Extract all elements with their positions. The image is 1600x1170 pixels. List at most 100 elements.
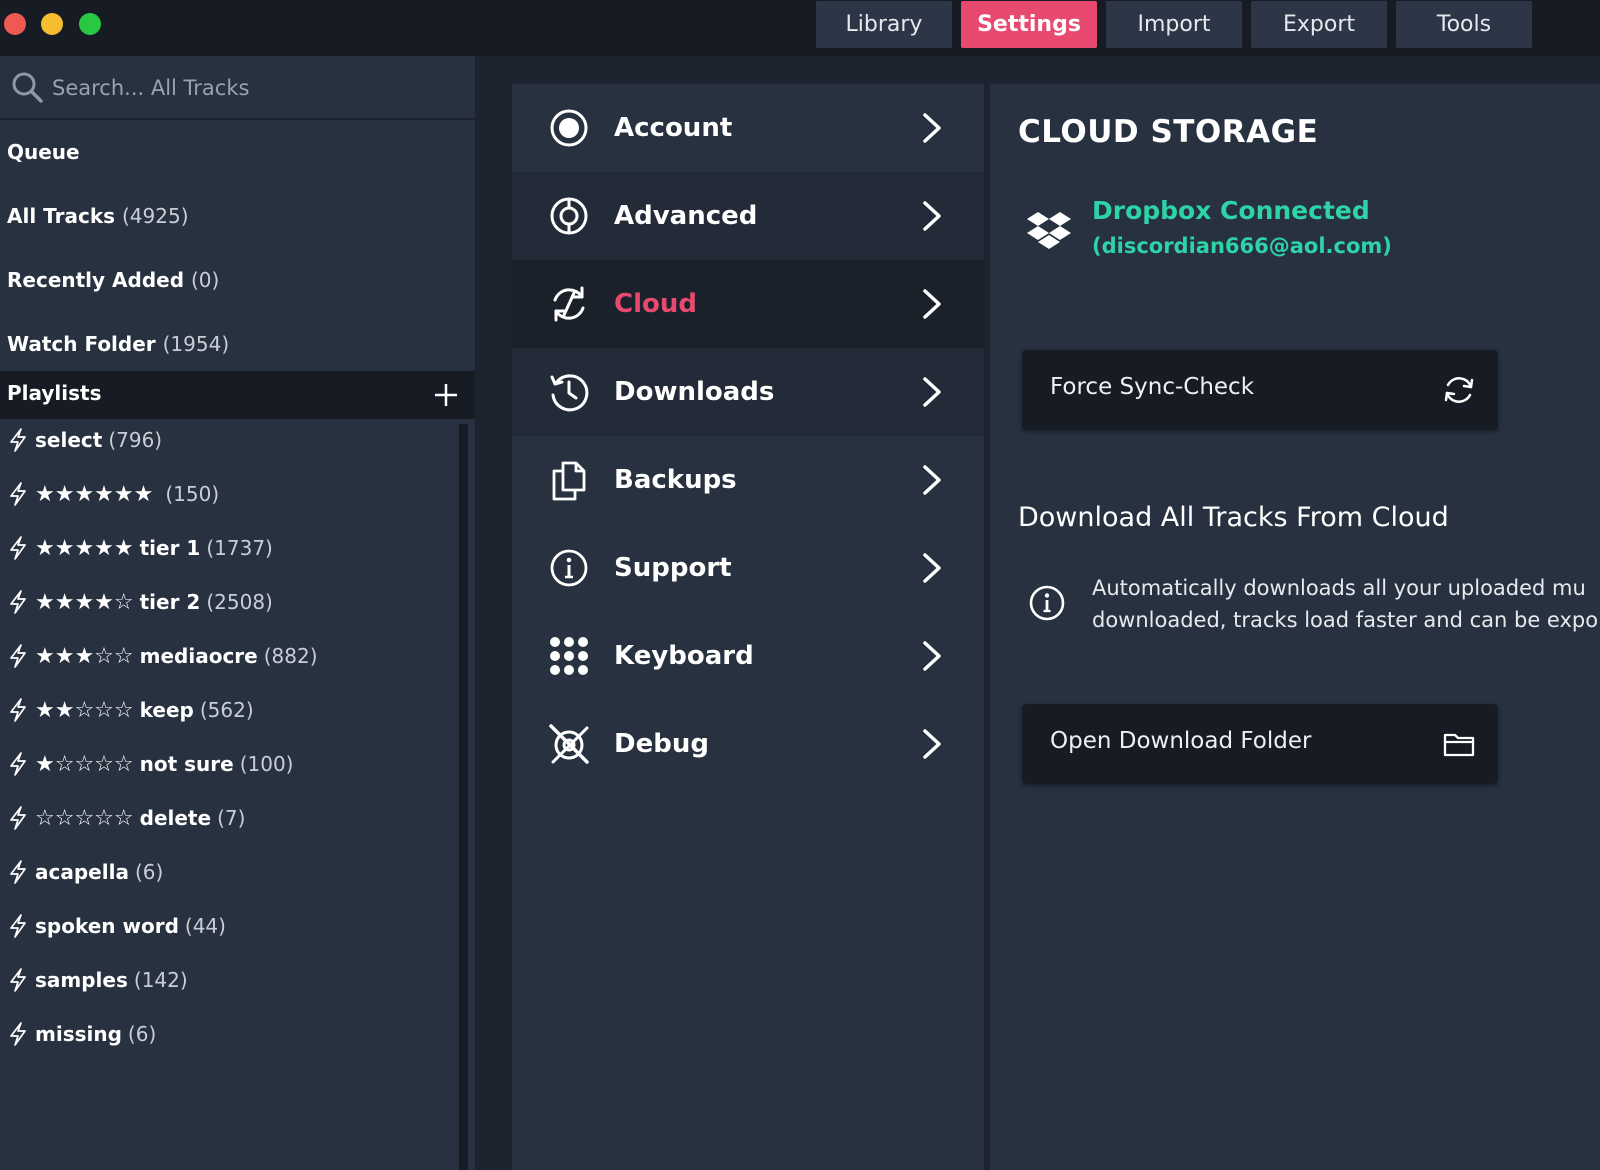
playlist-count: (2508) [206, 590, 273, 614]
chevron-right-icon [923, 553, 941, 583]
playlist-count: (6) [134, 860, 164, 884]
settings-nav-label: Cloud [614, 289, 697, 319]
playlists-header: Playlists [0, 371, 475, 419]
force-sync-check-button[interactable]: Force Sync-Check [1022, 350, 1498, 430]
cloud-storage-panel: CLOUD STORAGE Dropbox Connected (discord… [990, 84, 1600, 1170]
playlist-count: (100) [239, 752, 294, 776]
playlist-count: (796) [108, 428, 163, 452]
settings-nav-backups[interactable]: Backups [512, 436, 984, 524]
playlist-rating-stars: ★★★★★★ [35, 481, 154, 507]
title-bar: Library Settings Import Export Tools [0, 0, 1600, 56]
settings-nav-cloud[interactable]: Cloud [512, 260, 984, 348]
open-download-folder-button[interactable]: Open Download Folder [1022, 704, 1498, 784]
folder-icon [1443, 733, 1475, 757]
dropbox-status: Dropbox Connected [1092, 196, 1370, 225]
playlist-name: mediaocre [139, 644, 258, 668]
playlist-rating-stars: ★★☆☆☆ [35, 697, 134, 723]
playlist-name: spoken word [35, 914, 179, 938]
playlist-item[interactable]: acapella (6) [8, 857, 163, 887]
settings-nav-downloads[interactable]: Downloads [512, 348, 984, 436]
settings-nav-label: Support [614, 553, 732, 583]
smart-playlist-bolt-icon [10, 968, 26, 992]
smart-playlist-bolt-icon [10, 752, 26, 776]
download-info-text-line-1: Automatically downloads all your uploade… [1092, 576, 1586, 600]
settings-nav-keyboard[interactable]: Keyboard [512, 612, 984, 700]
playlist-count: (6) [127, 1022, 157, 1046]
pane-divider [475, 56, 500, 1170]
smart-playlist-bolt-icon [10, 860, 26, 884]
downloads-icon [550, 374, 589, 412]
download-all-heading: Download All Tracks From Cloud [1018, 502, 1449, 533]
tab-tools[interactable]: Tools [1396, 1, 1532, 48]
playlist-item[interactable]: ☆☆☆☆☆ delete (7) [8, 803, 245, 833]
smart-playlist-bolt-icon [10, 428, 26, 452]
playlist-rating-stars: ★★★★☆ [35, 589, 134, 615]
tab-import[interactable]: Import [1106, 1, 1242, 48]
support-info-icon [550, 549, 588, 587]
playlist-item[interactable]: ★☆☆☆☆ not sure (100) [8, 749, 293, 779]
playlist-name: delete [139, 806, 212, 830]
page-title: CLOUD STORAGE [1018, 114, 1319, 150]
tab-library[interactable]: Library [816, 1, 952, 48]
playlist-name: tier 1 [139, 536, 201, 560]
settings-nav-support[interactable]: Support [512, 524, 984, 612]
playlist-item[interactable]: missing (6) [8, 1019, 156, 1049]
library-item-all-tracks[interactable]: All Tracks (4925) [7, 201, 189, 231]
dropbox-email: (discordian666@aol.com) [1092, 234, 1392, 258]
playlist-item[interactable]: ★★☆☆☆ keep (562) [8, 695, 254, 725]
chevron-right-icon [923, 641, 941, 671]
playlist-name: acapella [35, 860, 129, 884]
tab-export[interactable]: Export [1251, 1, 1387, 48]
dropbox-icon [1027, 212, 1071, 249]
playlist-name: not sure [139, 752, 234, 776]
window-minimize-button[interactable] [41, 13, 63, 35]
playlist-item[interactable]: ★★★☆☆ mediaocre (882) [8, 641, 318, 671]
debug-icon [549, 724, 589, 764]
settings-nav-label: Account [614, 113, 733, 143]
tab-settings[interactable]: Settings [961, 1, 1097, 48]
window-zoom-button[interactable] [79, 13, 101, 35]
playlist-item[interactable]: ★★★★★ tier 1 (1737) [8, 533, 273, 563]
playlist-item[interactable]: samples (142) [8, 965, 188, 995]
playlists-title: Playlists [7, 381, 102, 405]
force-sync-check-label: Force Sync-Check [1050, 374, 1255, 400]
playlist-name: samples [35, 968, 128, 992]
sidebar: Queue All Tracks (4925) Recently Added (… [0, 56, 475, 1170]
playlist-scrollbar[interactable] [459, 424, 468, 1170]
smart-playlist-bolt-icon [10, 698, 26, 722]
playlist-rating-stars: ★★★★★ [35, 535, 134, 561]
download-info-text-line-2: downloaded, tracks load faster and can b… [1092, 608, 1599, 632]
settings-nav-advanced[interactable]: Advanced [512, 172, 984, 260]
playlist-item[interactable]: ★★★★☆ tier 2 (2508) [8, 587, 273, 617]
library-item-count: (1954) [162, 332, 230, 356]
settings-nav-label: Backups [614, 465, 737, 495]
settings-nav-label: Debug [614, 729, 709, 759]
window-close-button[interactable] [4, 13, 26, 35]
playlist-rating-stars: ☆☆☆☆☆ [35, 805, 134, 831]
playlist-rating-stars: ★★★☆☆ [35, 643, 134, 669]
settings-nav-account[interactable]: Account [512, 84, 984, 172]
smart-playlist-bolt-icon [10, 806, 26, 830]
playlist-item[interactable]: ★★★★★★ (150) [8, 479, 219, 509]
add-playlist-icon[interactable] [432, 381, 460, 409]
chevron-right-icon [923, 729, 941, 759]
playlist-count: (7) [217, 806, 246, 830]
library-item-queue[interactable]: Queue [7, 137, 80, 167]
library-item-label: Queue [7, 140, 80, 164]
advanced-icon [550, 197, 588, 235]
chevron-right-icon [923, 465, 941, 495]
library-item-count: (0) [191, 268, 220, 292]
playlist-name: missing [35, 1022, 122, 1046]
playlist-item[interactable]: spoken word (44) [8, 911, 226, 941]
smart-playlist-bolt-icon [10, 644, 26, 668]
playlist-rating-stars: ★☆☆☆☆ [35, 751, 134, 777]
search-input[interactable] [52, 70, 452, 106]
playlist-count: (1737) [206, 536, 273, 560]
playlist-item[interactable]: select (796) [8, 425, 162, 455]
library-item-recently-added[interactable]: Recently Added (0) [7, 265, 219, 295]
settings-nav-debug[interactable]: Debug [512, 700, 984, 788]
settings-nav-label: Advanced [614, 201, 758, 231]
cloud-sync-icon [553, 286, 585, 322]
library-item-watch-folder[interactable]: Watch Folder (1954) [7, 329, 229, 359]
playlist-count: (142) [133, 968, 188, 992]
